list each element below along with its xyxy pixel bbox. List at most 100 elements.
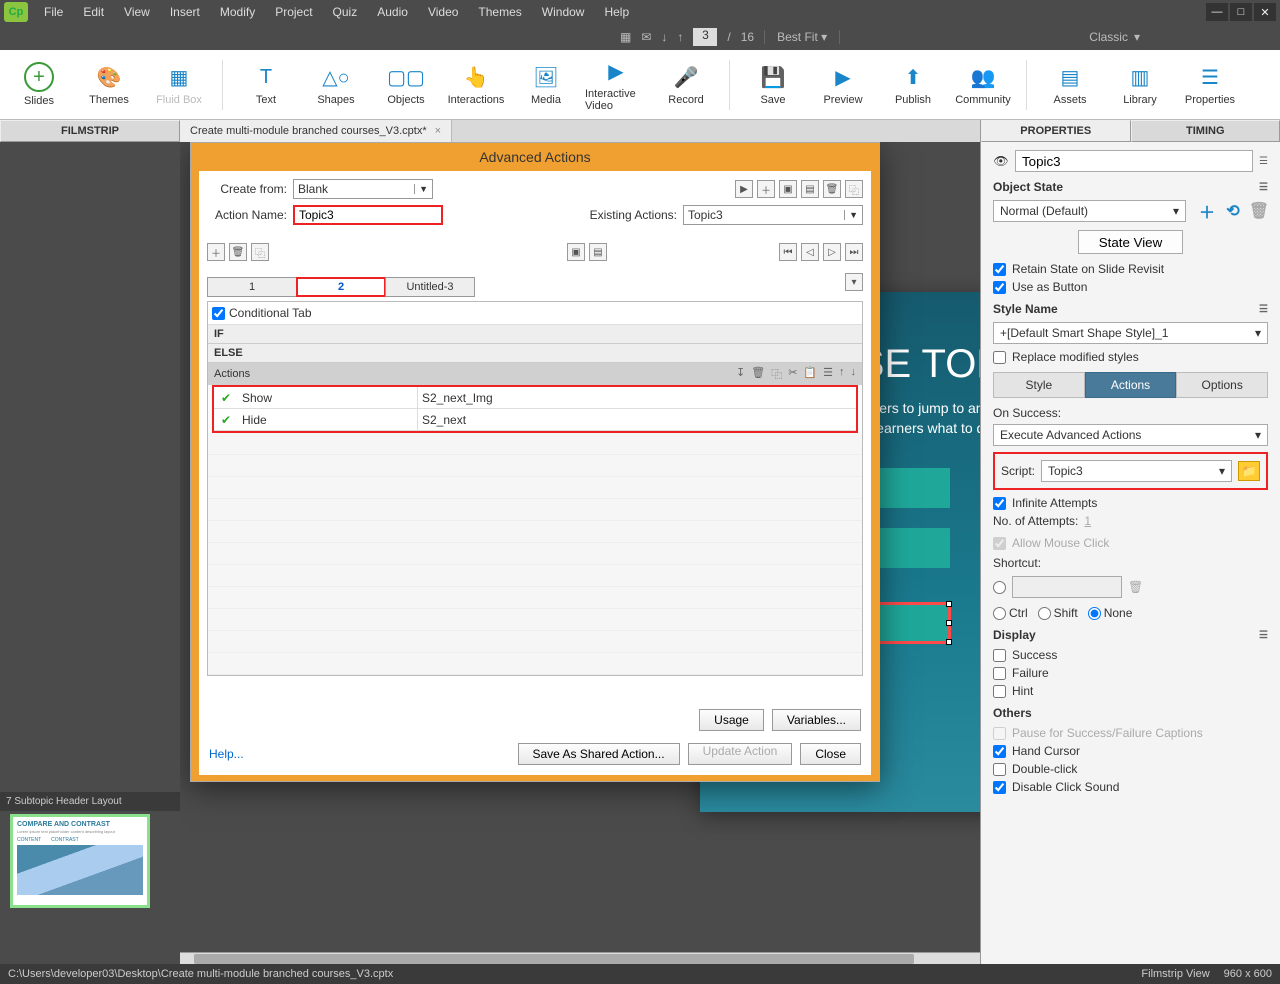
ribbon-properties[interactable]: ☰Properties <box>1179 55 1241 115</box>
infinite-attempts-checkbox[interactable] <box>993 497 1006 510</box>
action-row[interactable]: ✔ Hide S2_next <box>214 409 856 431</box>
move-up-icon[interactable]: ↑ <box>839 366 845 382</box>
horizontal-scrollbar[interactable] <box>180 952 980 964</box>
close-button[interactable]: ✕ <box>1254 3 1276 21</box>
state-select[interactable]: Normal (Default)▾ <box>993 200 1186 222</box>
paste-row-icon[interactable]: 📋 <box>803 366 817 382</box>
disable-sound-checkbox[interactable] <box>993 781 1006 794</box>
ribbon-library[interactable]: ▥Library <box>1109 55 1171 115</box>
tab-close-icon[interactable]: × <box>435 125 441 137</box>
menu-icon[interactable]: ☰ <box>1259 182 1268 193</box>
ribbon-interactions[interactable]: 👆Interactions <box>445 55 507 115</box>
variables-button[interactable]: Variables... <box>772 709 861 731</box>
menu-project[interactable]: Project <box>267 2 320 22</box>
ribbon-media[interactable]: 🖼Media <box>515 55 577 115</box>
cut-row-icon[interactable]: ✂ <box>788 366 797 382</box>
copy-decision-icon[interactable]: ▣ <box>567 243 585 261</box>
ribbon-assets[interactable]: ▤Assets <box>1039 55 1101 115</box>
decision-tab-1[interactable]: 1 <box>207 277 297 297</box>
more-tabs-icon[interactable]: ▾ <box>845 273 863 291</box>
state-view-button[interactable]: State View <box>1078 230 1183 254</box>
delete-state-icon[interactable]: 🗑 <box>1250 202 1268 220</box>
on-success-select[interactable]: Execute Advanced Actions▾ <box>993 424 1268 446</box>
last-icon[interactable]: ⏭ <box>845 243 863 261</box>
object-name-input[interactable] <box>1015 150 1253 172</box>
menu-quiz[interactable]: Quiz <box>325 2 366 22</box>
move-down-icon[interactable]: ↓ <box>851 366 857 382</box>
use-as-button-checkbox[interactable] <box>993 281 1006 294</box>
add-icon[interactable]: ＋ <box>757 180 775 198</box>
ribbon-preview[interactable]: ▶Preview <box>812 55 874 115</box>
retain-state-checkbox[interactable] <box>993 263 1006 276</box>
style-subtab[interactable]: Style <box>993 372 1085 398</box>
reset-state-icon[interactable]: ⟲ <box>1224 202 1242 220</box>
next-icon[interactable]: ▷ <box>823 243 841 261</box>
ribbon-themes[interactable]: 🎨Themes <box>78 55 140 115</box>
save-shared-button[interactable]: Save As Shared Action... <box>518 743 680 765</box>
decision-tab-3[interactable]: Untitled-3 <box>385 277 475 297</box>
slide-thumbnail[interactable]: COMPARE AND CONTRAST Lorem ipsum text pl… <box>10 814 150 908</box>
maximize-button[interactable]: □ <box>1230 3 1252 21</box>
conditional-checkbox-row[interactable]: Conditional Tab <box>208 302 862 325</box>
menu-audio[interactable]: Audio <box>369 2 416 22</box>
document-tab[interactable]: Create multi-module branched courses_V3.… <box>180 120 452 142</box>
ribbon-save[interactable]: 💾Save <box>742 55 804 115</box>
close-dialog-button[interactable]: Close <box>800 743 861 765</box>
visibility-icon[interactable]: 👁 <box>993 154 1009 168</box>
options-subtab[interactable]: Options <box>1176 372 1268 398</box>
actions-subtab[interactable]: Actions <box>1085 372 1177 398</box>
style-select[interactable]: +[Default Smart Shape Style]_1▾ <box>993 322 1268 344</box>
duplicate-icon[interactable]: ⿻ <box>845 180 863 198</box>
menu-help[interactable]: Help <box>596 2 637 22</box>
clear-shortcut-icon[interactable]: 🗑 <box>1128 580 1143 594</box>
menu-insert[interactable]: Insert <box>162 2 208 22</box>
shortcut-field[interactable] <box>1012 576 1122 598</box>
import-icon[interactable]: ▣ <box>779 180 797 198</box>
menu-view[interactable]: View <box>116 2 158 22</box>
action-row[interactable]: ✔ Show S2_next_Img <box>214 387 856 409</box>
menu-icon[interactable]: ☰ <box>1259 156 1268 167</box>
ribbon-record[interactable]: 🎤Record <box>655 55 717 115</box>
menu-window[interactable]: Window <box>534 2 593 22</box>
add-decision-icon[interactable]: ＋ <box>207 243 225 261</box>
hint-checkbox[interactable] <box>993 685 1006 698</box>
page-current[interactable]: 3 <box>693 28 717 46</box>
shortcut-radio[interactable] <box>993 581 1006 594</box>
double-click-checkbox[interactable] <box>993 763 1006 776</box>
ribbon-text[interactable]: TText <box>235 55 297 115</box>
menu-icon[interactable]: ☰ <box>1259 304 1268 315</box>
copy-row-icon[interactable]: ⿻ <box>771 366 782 382</box>
success-checkbox[interactable] <box>993 649 1006 662</box>
ribbon-interactive-video[interactable]: ▶Interactive Video <box>585 55 647 115</box>
ribbon-objects[interactable]: ▢▢Objects <box>375 55 437 115</box>
add-state-icon[interactable]: ＋ <box>1198 202 1216 220</box>
zoom-select[interactable]: Best Fit ▾ <box>764 30 840 44</box>
failure-checkbox[interactable] <box>993 667 1006 680</box>
prev-icon[interactable]: ◁ <box>801 243 819 261</box>
group-icon[interactable]: ☰ <box>823 366 833 382</box>
menu-edit[interactable]: Edit <box>75 2 112 22</box>
delete-row-icon[interactable]: 🗑 <box>751 366 765 382</box>
down-icon[interactable]: ↓ <box>661 30 667 44</box>
help-link[interactable]: Help... <box>209 747 244 761</box>
menu-themes[interactable]: Themes <box>470 2 529 22</box>
timing-tab[interactable]: TIMING <box>1131 120 1280 142</box>
mail-icon[interactable]: ✉ <box>641 30 651 44</box>
delete-decision-icon[interactable]: 🗑 <box>229 243 247 261</box>
minimize-button[interactable]: — <box>1206 3 1228 21</box>
preview-icon[interactable]: ▶ <box>735 180 753 198</box>
duplicate-decision-icon[interactable]: ⿻ <box>251 243 269 261</box>
ribbon-shapes[interactable]: △○Shapes <box>305 55 367 115</box>
export-icon[interactable]: ▤ <box>801 180 819 198</box>
menu-video[interactable]: Video <box>420 2 466 22</box>
menu-modify[interactable]: Modify <box>212 2 263 22</box>
existing-actions-select[interactable]: Topic3▼ <box>683 205 863 225</box>
replace-styles-checkbox[interactable] <box>993 351 1006 364</box>
menu-file[interactable]: File <box>36 2 71 22</box>
ribbon-publish[interactable]: ⬆Publish <box>882 55 944 115</box>
up-icon[interactable]: ↑ <box>677 30 683 44</box>
hand-cursor-checkbox[interactable] <box>993 745 1006 758</box>
menu-icon[interactable]: ☰ <box>1259 630 1268 641</box>
insert-row-icon[interactable]: ↧ <box>736 366 745 382</box>
usage-button[interactable]: Usage <box>699 709 764 731</box>
